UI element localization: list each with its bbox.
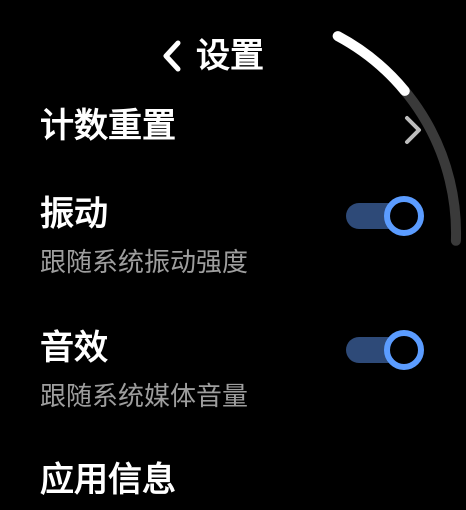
toggle-knob <box>384 330 424 370</box>
list-item-title: 应用信息 <box>40 460 176 500</box>
list-item-subtitle: 跟随系统振动强度 <box>40 248 249 278</box>
chevron-right-icon <box>405 116 421 144</box>
list-item-title: 音效 <box>40 328 108 368</box>
vibration-toggle[interactable] <box>346 194 426 238</box>
page-title: 设置 <box>196 36 264 76</box>
list-item-subtitle: 跟随系统媒体音量 <box>40 382 249 412</box>
list-item-title: 振动 <box>40 194 108 234</box>
toggle-knob <box>384 196 424 236</box>
sound-effect-toggle[interactable] <box>346 328 426 372</box>
header: 设置 <box>0 32 466 80</box>
list-item-reset-count[interactable]: 计数重置 <box>0 104 466 156</box>
list-item-sound-effect: 音效 跟随系统媒体音量 <box>0 326 466 418</box>
chevron-left-icon <box>163 40 181 72</box>
list-item-title: 计数重置 <box>40 106 176 146</box>
list-item-vibration: 振动 跟随系统振动强度 <box>0 192 466 284</box>
back-button[interactable] <box>152 36 192 76</box>
